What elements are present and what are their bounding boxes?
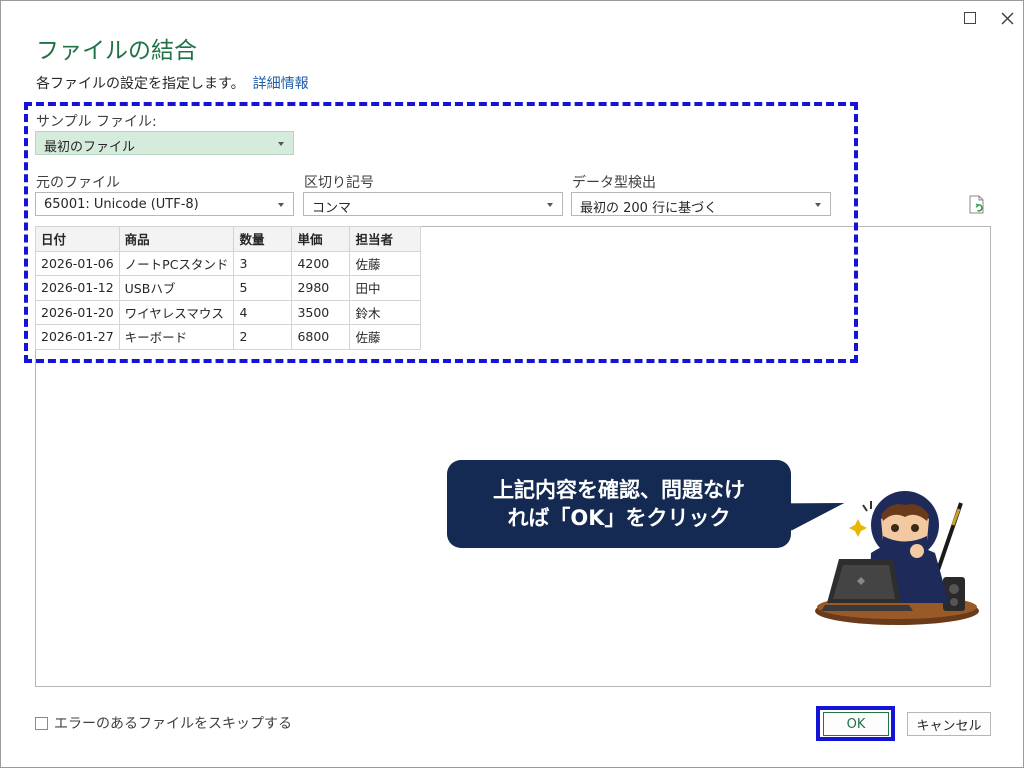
table-header-row: 日付 商品 数量 単価 担当者: [35, 226, 422, 252]
column-header: 単価: [291, 226, 351, 252]
cell-unit-price: 3500: [291, 299, 351, 325]
ok-button[interactable]: OK: [823, 712, 889, 736]
maximize-button[interactable]: [959, 7, 981, 29]
cell-date: 2026-01-12: [35, 275, 120, 301]
source-file-dropdown[interactable]: 65001: Unicode (UTF-8): [35, 192, 294, 216]
refresh-preview-icon[interactable]: [968, 195, 986, 215]
cell-product: ワイヤレスマウス: [118, 299, 235, 325]
cell-quantity: 5: [233, 275, 293, 301]
cell-product: USBハブ: [118, 275, 235, 301]
ninja-mascot-illustration: [815, 491, 979, 625]
sample-file-dropdown[interactable]: 最初のファイル: [35, 131, 294, 155]
column-header: 日付: [35, 226, 120, 252]
table-row: 2026-01-06 ノートPCスタンド 3 4200 佐藤: [35, 250, 422, 276]
sample-file-value: 最初のファイル: [44, 140, 136, 155]
cell-unit-price: 2980: [291, 275, 351, 301]
sample-file-label: サンプル ファイル:: [36, 114, 157, 130]
column-header: 商品: [118, 226, 235, 252]
subtitle-text: 各ファイルの設定を指定します。: [36, 76, 245, 92]
data-type-detection-dropdown[interactable]: 最初の 200 行に基づく: [571, 192, 831, 216]
cell-product: キーボード: [118, 324, 235, 350]
callout-line-2: れば「OK」をクリック: [507, 506, 731, 530]
cell-owner: 佐藤: [349, 324, 422, 350]
cell-product: ノートPCスタンド: [118, 250, 235, 276]
instruction-callout: 上記内容を確認、問題なけ れば「OK」をクリック: [447, 460, 791, 548]
combine-files-dialog: ファイルの結合 各ファイルの設定を指定します。 詳細情報 サンプル ファイル: 最…: [0, 0, 1024, 768]
cell-date: 2026-01-06: [35, 250, 120, 276]
cell-unit-price: 6800: [291, 324, 351, 350]
cell-quantity: 3: [233, 250, 293, 276]
cell-owner: 佐藤: [349, 250, 422, 276]
close-button[interactable]: [996, 7, 1018, 29]
preview-table: 日付 商品 数量 単価 担当者 2026-01-06 ノートPCスタンド 3 4…: [35, 226, 422, 350]
delimiter-dropdown[interactable]: コンマ: [303, 192, 563, 216]
cancel-button[interactable]: キャンセル: [907, 712, 991, 736]
delimiter-label: 区切り記号: [304, 175, 374, 191]
cell-quantity: 2: [233, 324, 293, 350]
dialog-title: ファイルの結合: [36, 38, 197, 64]
cell-date: 2026-01-20: [35, 299, 120, 325]
cell-quantity: 4: [233, 299, 293, 325]
data-type-detection-label: データ型検出: [572, 175, 656, 191]
checkbox-box[interactable]: [35, 716, 48, 730]
chevron-down-icon: [547, 203, 553, 207]
chevron-down-icon: [278, 142, 284, 146]
source-file-label: 元のファイル: [36, 175, 120, 191]
column-header: 数量: [233, 226, 293, 252]
table-row: 2026-01-27 キーボード 2 6800 佐藤: [35, 324, 422, 350]
chevron-down-icon: [278, 203, 284, 207]
chevron-down-icon: [815, 203, 821, 207]
source-file-value: 65001: Unicode (UTF-8): [44, 197, 199, 212]
data-type-detection-value: 最初の 200 行に基づく: [580, 201, 718, 216]
skip-errors-label: エラーのあるファイルをスキップする: [54, 716, 292, 732]
cell-date: 2026-01-27: [35, 324, 120, 350]
cell-unit-price: 4200: [291, 250, 351, 276]
delimiter-value: コンマ: [312, 201, 352, 216]
skip-errors-checkbox[interactable]: エラーのあるファイルをスキップする: [35, 713, 292, 733]
dialog-subtitle: 各ファイルの設定を指定します。 詳細情報: [36, 73, 309, 93]
close-icon: [1000, 11, 1014, 25]
maximize-icon: [964, 12, 976, 24]
details-link[interactable]: 詳細情報: [253, 76, 309, 92]
table-row: 2026-01-20 ワイヤレスマウス 4 3500 鈴木: [35, 299, 422, 325]
cell-owner: 田中: [349, 275, 422, 301]
cell-owner: 鈴木: [349, 299, 422, 325]
table-row: 2026-01-12 USBハブ 5 2980 田中: [35, 275, 422, 301]
column-header: 担当者: [349, 226, 422, 252]
callout-line-1: 上記内容を確認、問題なけ: [493, 477, 745, 502]
